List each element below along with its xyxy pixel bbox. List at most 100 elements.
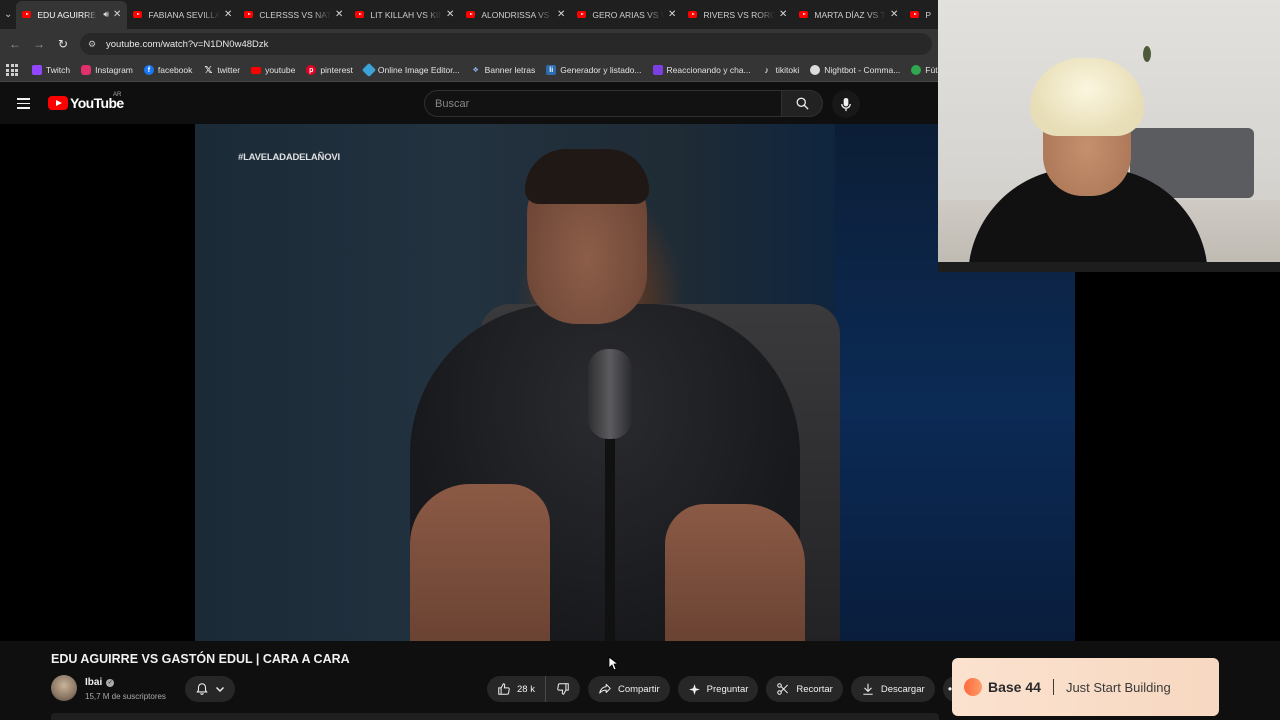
subscriber-count: 15,7 M de suscriptores [85, 692, 166, 701]
bookmark-facebook[interactable]: f facebook [143, 65, 192, 75]
youtube-favicon-icon [466, 11, 476, 18]
tab-search-button[interactable]: ⌄ [4, 4, 12, 26]
instagram-icon [81, 65, 92, 75]
speaker-icon[interactable]: 🔊︎ [103, 9, 109, 20]
bookmark-label: Instagram [95, 65, 133, 75]
site-settings-icon[interactable]: ⚙ [88, 39, 100, 50]
close-icon[interactable]: ✕ [446, 9, 454, 20]
bookmark-banner-letras[interactable]: ❖ Banner letras [471, 65, 536, 75]
search-placeholder: Buscar [435, 97, 470, 110]
tab-label: GERO ARIAS VS V [592, 9, 664, 20]
clip-button[interactable]: Recortar [766, 676, 843, 702]
avatar[interactable] [51, 675, 77, 701]
close-icon[interactable]: ✕ [779, 9, 787, 20]
close-icon[interactable]: ✕ [668, 9, 676, 20]
bookmark-label: pinterest [320, 65, 353, 75]
bookmark-nightbot[interactable]: Nightbot - Comma... [810, 65, 900, 75]
tab-6[interactable]: RIVERS VS RORO ✕ [682, 1, 793, 29]
video-player[interactable]: #LAVELADADELAÑOVI [0, 124, 1075, 641]
webcam-bottom-edge [938, 262, 1280, 272]
youtube-play-icon [48, 96, 68, 110]
channel-name-text: Ibai [85, 677, 103, 688]
thumbs-down-icon [557, 683, 569, 695]
youtube-favicon-icon [244, 11, 254, 18]
tab-7[interactable]: MARTA DÍAZ VS T ✕ [793, 1, 904, 29]
bookmark-label: Twitch [46, 65, 71, 75]
share-label: Compartir [617, 683, 660, 695]
clip-label: Recortar [796, 683, 833, 695]
tab-label: CLERSSS VS NATA [259, 9, 331, 20]
ad-brand: Base 44 [988, 679, 1041, 695]
video-person-hair [525, 149, 649, 204]
url-field[interactable]: ⚙ youtube.com/watch?v=N1DN0w48Dzk [80, 33, 932, 55]
scissors-icon [777, 683, 789, 695]
youtube-favicon-icon [22, 11, 32, 18]
subscription-bell-button[interactable] [185, 676, 235, 702]
search-button[interactable] [781, 90, 823, 117]
apps-grid-icon[interactable] [6, 64, 18, 76]
back-button[interactable]: ← [3, 32, 27, 56]
bookmark-tikitoki[interactable]: ♪ tikitoki [762, 65, 800, 75]
tab-2[interactable]: CLERSSS VS NATA ✕ [238, 1, 349, 29]
image-editor-icon [361, 62, 376, 78]
bookmark-label: tikitoki [775, 65, 800, 75]
tab-3[interactable]: LIT KILLAH VS KIN ✕ [349, 1, 460, 29]
tab-strip: ⌄ EDU AGUIRRE 🔊︎ ✕ FABIANA SEVILLA ✕ CLER… [0, 0, 938, 29]
bookmark-youtube[interactable]: youtube [251, 65, 295, 75]
verified-icon: ✓ [106, 678, 115, 687]
bookmark-generador[interactable]: li Generador y listado... [546, 65, 642, 75]
close-icon[interactable]: ✕ [224, 9, 232, 20]
tab-label: RIVERS VS RORO [703, 9, 775, 20]
bookmark-image-editor[interactable]: Online Image Editor... [361, 62, 460, 78]
bookmark-label: Generador y listado... [560, 65, 642, 75]
bookmark-twitter[interactable]: 𝕏twitter [203, 65, 240, 76]
video-person-arm [665, 504, 805, 641]
bookmark-label: Fútbol [925, 65, 938, 75]
url-text: youtube.com/watch?v=N1DN0w48Dzk [106, 38, 269, 50]
share-icon [599, 683, 611, 694]
tab-0[interactable]: EDU AGUIRRE 🔊︎ ✕ [16, 0, 128, 29]
menu-icon[interactable] [17, 98, 30, 109]
ask-label: Preguntar [706, 683, 749, 695]
channel-name[interactable]: Ibai ✓ [85, 677, 115, 688]
youtube-favicon-icon [133, 11, 143, 18]
search-input[interactable]: Buscar [424, 90, 782, 117]
ad-banner[interactable]: Base 44 Just Start Building [952, 658, 1219, 716]
tab-1[interactable]: FABIANA SEVILLA ✕ [127, 1, 238, 29]
bookmark-futbol[interactable]: Fútbol [911, 65, 938, 75]
country-code: AR [113, 92, 122, 98]
bookmark-twitch[interactable]: Twitch [32, 65, 70, 75]
bookmark-pinterest[interactable]: p pinterest [306, 65, 353, 75]
video-overlay-hashtag: #LAVELADADELAÑOVI [238, 152, 340, 163]
bookmark-label: Banner letras [484, 65, 536, 75]
like-button[interactable]: 28 k [487, 676, 546, 702]
bookmark-reaccionando[interactable]: Reaccionando y cha... [652, 65, 751, 75]
bookmark-instagram[interactable]: Instagram [81, 65, 133, 75]
youtube-icon [251, 66, 262, 74]
tab-label: MARTA DÍAZ VS T [814, 9, 886, 20]
close-icon[interactable]: ✕ [113, 9, 121, 20]
tab-5[interactable]: GERO ARIAS VS V ✕ [571, 1, 682, 29]
tab-8[interactable]: P [904, 1, 938, 29]
tab-label: ALONDRISSA VS [481, 9, 550, 20]
video-actions: 28 k Compartir Preguntar Recortar Descar… [487, 676, 969, 702]
bookmarks-bar: Twitch Instagram f facebook 𝕏twitter yout… [0, 59, 938, 82]
arrow-right-icon: → [33, 37, 45, 51]
reload-icon: ↻ [57, 37, 69, 51]
bell-icon [196, 683, 208, 695]
ask-button[interactable]: Preguntar [677, 676, 759, 702]
close-icon[interactable]: ✕ [557, 9, 565, 20]
video-title: EDU AGUIRRE VS GASTÓN EDUL | CARA A CARA [51, 652, 350, 666]
download-button[interactable]: Descargar [850, 676, 935, 702]
share-button[interactable]: Compartir [587, 676, 670, 702]
tab-4[interactable]: ALONDRISSA VS ✕ [460, 1, 571, 29]
forward-button[interactable]: → [27, 32, 51, 56]
reload-button[interactable]: ↻ [51, 32, 75, 56]
youtube-logo[interactable]: YouTube AR [48, 92, 124, 111]
webcam-plant [1143, 46, 1151, 62]
ad-tagline: Just Start Building [1065, 679, 1171, 695]
close-icon[interactable]: ✕ [335, 9, 343, 20]
voice-search-button[interactable] [832, 90, 860, 118]
close-icon[interactable]: ✕ [890, 9, 898, 20]
dislike-button[interactable] [546, 676, 580, 702]
